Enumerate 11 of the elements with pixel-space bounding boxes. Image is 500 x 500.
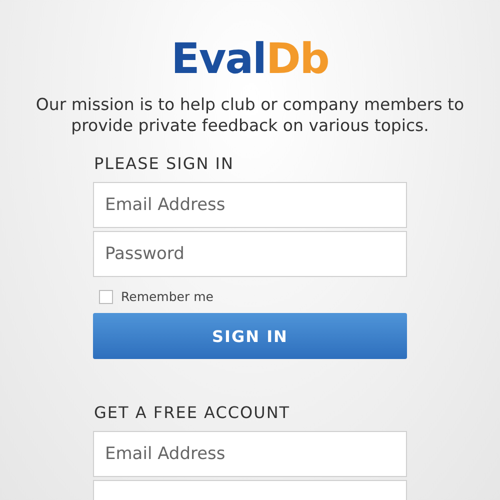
- email-field[interactable]: Email Address: [93, 182, 407, 228]
- section-heading: GET A FREE ACCOUNT: [94, 403, 292, 423]
- sign-in-button[interactable]: SIGN IN: [93, 313, 407, 359]
- logo: EvalDb: [171, 34, 329, 84]
- password-field[interactable]: [93, 480, 407, 500]
- email-field[interactable]: Email Address: [93, 431, 407, 477]
- checkbox[interactable]: [99, 290, 113, 304]
- password-field[interactable]: Password: [93, 231, 407, 277]
- mission-text: Our mission is to help club or company members to provide private feedback on various topics.: [34, 94, 466, 136]
- checkbox-label: Remember me: [121, 289, 214, 304]
- section-heading: PLEASE SIGN IN: [94, 154, 235, 174]
